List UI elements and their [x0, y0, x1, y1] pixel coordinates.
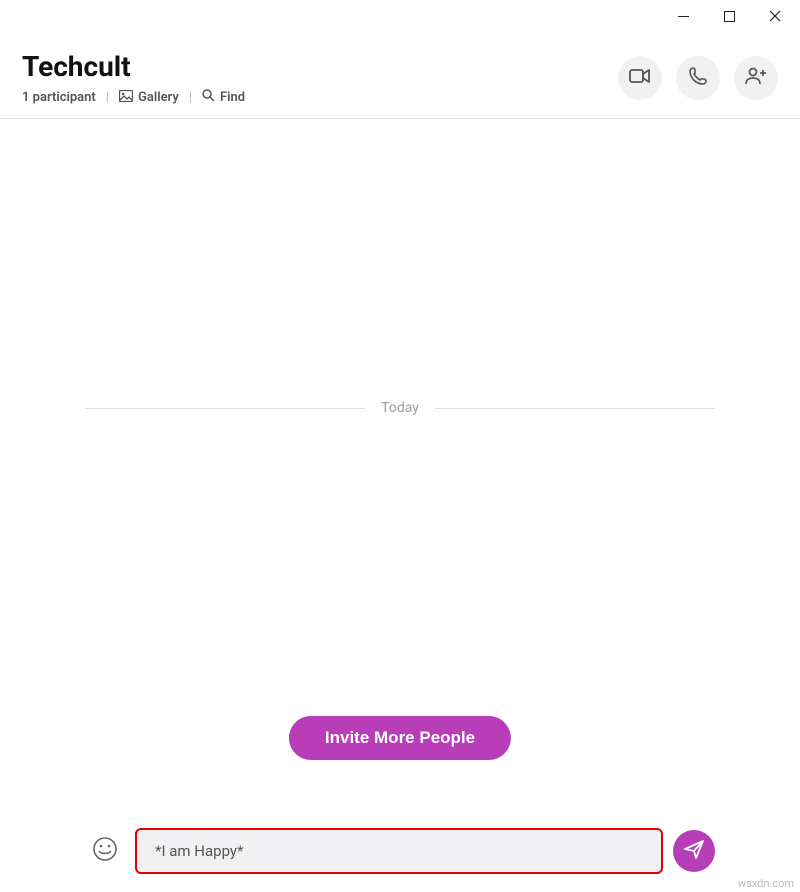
- message-composer: *I am Happy*: [85, 828, 715, 874]
- gallery-icon: [119, 90, 133, 106]
- divider-line: [435, 408, 715, 409]
- phone-icon: [688, 66, 708, 90]
- add-person-icon: [745, 66, 767, 90]
- chat-area: Today Invite More People: [0, 140, 800, 802]
- window-titlebar: [0, 0, 800, 32]
- video-call-button[interactable]: [618, 56, 662, 100]
- chat-title: Techcult: [22, 50, 245, 83]
- separator: |: [106, 90, 109, 105]
- send-icon: [683, 838, 705, 864]
- header-meta: 1 participant | Gallery | Find: [22, 89, 245, 106]
- message-input[interactable]: *I am Happy*: [135, 828, 663, 874]
- add-people-button[interactable]: [734, 56, 778, 100]
- divider-label: Today: [365, 400, 435, 416]
- minimize-button[interactable]: [660, 0, 706, 32]
- emoji-button[interactable]: [85, 831, 125, 871]
- gallery-label: Gallery: [138, 90, 179, 105]
- message-input-value: *I am Happy*: [155, 842, 243, 860]
- audio-call-button[interactable]: [676, 56, 720, 100]
- participants-count[interactable]: 1 participant: [22, 90, 96, 105]
- chat-header: Techcult 1 participant | Gallery | Find: [0, 32, 800, 119]
- date-divider: Today: [85, 400, 715, 416]
- watermark: wsxdn.com: [738, 877, 794, 890]
- search-icon: [202, 89, 215, 106]
- separator: |: [189, 90, 192, 105]
- find-label: Find: [220, 90, 245, 105]
- maximize-button[interactable]: [706, 0, 752, 32]
- invite-more-people-button[interactable]: Invite More People: [289, 716, 511, 760]
- gallery-link[interactable]: Gallery: [119, 90, 179, 106]
- send-button[interactable]: [673, 830, 715, 872]
- header-left: Techcult 1 participant | Gallery | Find: [22, 50, 245, 106]
- video-icon: [629, 68, 651, 88]
- close-button[interactable]: [752, 0, 798, 32]
- find-link[interactable]: Find: [202, 89, 245, 106]
- divider-line: [85, 408, 365, 409]
- emoji-icon: [92, 836, 118, 866]
- header-actions: [618, 56, 778, 100]
